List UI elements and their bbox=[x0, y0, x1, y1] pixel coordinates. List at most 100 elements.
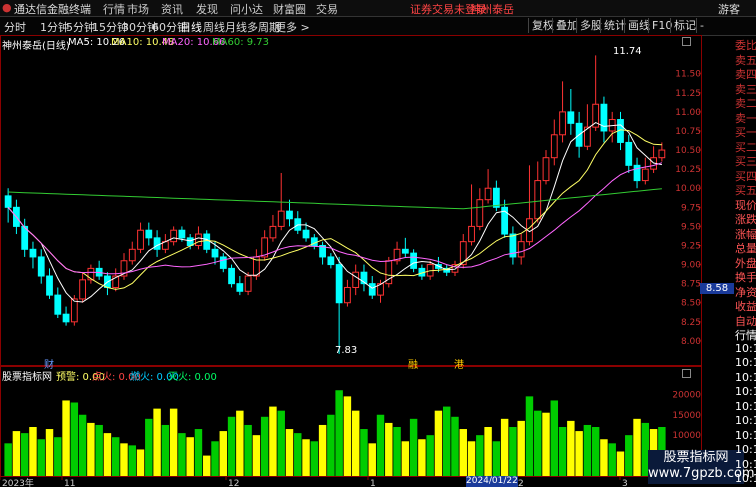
expand-icon[interactable] bbox=[682, 37, 691, 46]
period-day[interactable]: 日线 bbox=[180, 19, 202, 35]
quote-field-label[interactable]: 10:1 bbox=[735, 400, 756, 413]
quote-field-label[interactable]: 10:1 bbox=[735, 356, 756, 369]
menu-caifuquan[interactable]: 财富圈 bbox=[273, 1, 306, 17]
quote-panel: 委比 卖五 卖四 卖三 卖二 卖一 买一 买二 买三 买四 买五 现价 涨跌 涨幅 总量 外盘 换手 净资 收益 自动… bbox=[735, 35, 756, 487]
period-5min[interactable]: 5分钟 bbox=[66, 19, 95, 35]
period-1min[interactable]: 1分钟 bbox=[40, 19, 69, 35]
volume-bar bbox=[236, 410, 244, 476]
candle-body bbox=[37, 256, 45, 277]
volume-bar bbox=[467, 441, 476, 476]
volume-bar bbox=[211, 441, 219, 476]
menu-jiaoyi[interactable]: 交易 bbox=[316, 1, 338, 17]
period-month[interactable]: 月线 bbox=[225, 19, 247, 35]
candle-body bbox=[476, 199, 484, 227]
volume-bar bbox=[4, 443, 12, 476]
period-fenshi[interactable]: 分时 bbox=[4, 19, 26, 35]
volume-bar bbox=[608, 443, 616, 476]
low-annotation: 7.83 bbox=[335, 345, 358, 356]
quote-field-label[interactable]: 10:1 bbox=[735, 371, 756, 384]
volume-bar bbox=[583, 424, 592, 476]
volume-bar bbox=[368, 443, 376, 476]
volume-bar bbox=[517, 420, 525, 476]
volume-bar bbox=[54, 437, 62, 476]
candle-body bbox=[211, 248, 219, 258]
candle-body bbox=[153, 237, 161, 250]
menu-shichang[interactable]: 市场 bbox=[127, 1, 149, 17]
volume-bar bbox=[459, 429, 467, 476]
candle-body bbox=[269, 225, 277, 239]
quote-field-label[interactable]: 10:1 bbox=[735, 385, 756, 398]
volume-bar bbox=[45, 429, 54, 476]
volume-bar bbox=[567, 420, 575, 476]
menu-wenxiaoda[interactable]: 问小达 bbox=[230, 1, 263, 17]
menu-faxian[interactable]: 发现 bbox=[196, 1, 218, 17]
volume-bar bbox=[145, 418, 153, 476]
quote-field-label[interactable]: 10:1 bbox=[735, 429, 756, 442]
volume-bar bbox=[310, 441, 319, 476]
indicator-expand-icon[interactable] bbox=[682, 369, 691, 378]
event-marker-gang[interactable]: 港 bbox=[454, 356, 464, 371]
volume-axis-label: 20000 bbox=[672, 390, 701, 400]
quote-field-label[interactable]: 10:1 bbox=[735, 458, 756, 471]
volume-bar bbox=[111, 437, 120, 476]
volume-bar bbox=[343, 396, 352, 476]
quote-field-label[interactable]: 10:1 bbox=[735, 443, 756, 456]
period-week[interactable]: 周线 bbox=[203, 19, 225, 35]
app-name: 通达信金融终端 bbox=[14, 3, 91, 16]
price-axis-label: 10.75 bbox=[675, 127, 701, 137]
volume-bar bbox=[385, 422, 393, 476]
volume-bar bbox=[62, 400, 70, 476]
candle-body bbox=[70, 298, 78, 323]
quote-field-label[interactable]: 10:1 bbox=[735, 342, 756, 355]
volume-bar bbox=[534, 410, 542, 476]
date-axis-label: 2 bbox=[518, 479, 524, 487]
candle-body bbox=[327, 256, 335, 266]
volume-bar bbox=[442, 406, 451, 476]
ma60-label: MA60: 9.73 bbox=[212, 37, 270, 48]
volume-bar bbox=[227, 416, 236, 476]
candle-body bbox=[46, 275, 53, 296]
price-axis-label: 11.00 bbox=[675, 108, 701, 118]
stock-tag[interactable]: 神州泰岳 bbox=[470, 1, 514, 17]
menu-hangqing[interactable]: 行情 bbox=[103, 1, 125, 17]
date-axis-label: 1 bbox=[370, 479, 376, 487]
volume-bar bbox=[492, 441, 501, 476]
candle-body bbox=[484, 187, 492, 201]
quote-field-label[interactable]: 10:1 bbox=[735, 472, 756, 485]
menu-zixun[interactable]: 资讯 bbox=[161, 1, 183, 17]
volume-bar bbox=[20, 433, 29, 476]
date-axis-label: 2023年 bbox=[2, 477, 34, 487]
volume-bar bbox=[95, 424, 103, 476]
guest-link[interactable]: 游客 bbox=[718, 1, 740, 17]
volume-bar bbox=[70, 402, 79, 476]
volume-bar bbox=[542, 412, 550, 476]
volume-bar bbox=[335, 390, 343, 476]
volume-bar bbox=[625, 435, 633, 476]
mark-button[interactable]: 标记 bbox=[670, 18, 699, 33]
candle-body bbox=[567, 111, 575, 124]
volume-bar bbox=[103, 433, 112, 476]
price-axis-label: 10.50 bbox=[675, 146, 701, 156]
volume-bar bbox=[418, 439, 426, 476]
kline-chart[interactable]: 11.50 11.25 11.00 10.75 10.50 10.25 10.00 9.75 9… bbox=[0, 35, 702, 487]
minimize-button[interactable]: - bbox=[696, 18, 707, 33]
volume-bar bbox=[186, 437, 194, 476]
volume-bar bbox=[161, 424, 170, 476]
quote-field-label[interactable]: 10:1 bbox=[735, 414, 756, 427]
volume-bar bbox=[136, 449, 145, 476]
volume-bar bbox=[434, 410, 443, 476]
app-logo-icon: ● bbox=[2, 1, 12, 14]
period-more[interactable]: 更多 > bbox=[275, 19, 310, 35]
date-axis-label: 12 bbox=[228, 479, 239, 487]
candle-body bbox=[62, 313, 70, 323]
volume-axis-label: 10000 bbox=[672, 431, 701, 441]
event-marker-rong[interactable]: 融 bbox=[408, 356, 418, 371]
volume-bar bbox=[525, 396, 534, 476]
event-marker-cai[interactable]: 财 bbox=[44, 356, 54, 371]
volume-bar bbox=[575, 431, 583, 476]
candle-body bbox=[658, 149, 666, 159]
volume-bar bbox=[120, 443, 128, 476]
price-axis-label: 9.25 bbox=[681, 241, 701, 251]
candle-body bbox=[625, 141, 633, 166]
price-axis-label: 8.50 bbox=[681, 299, 701, 309]
